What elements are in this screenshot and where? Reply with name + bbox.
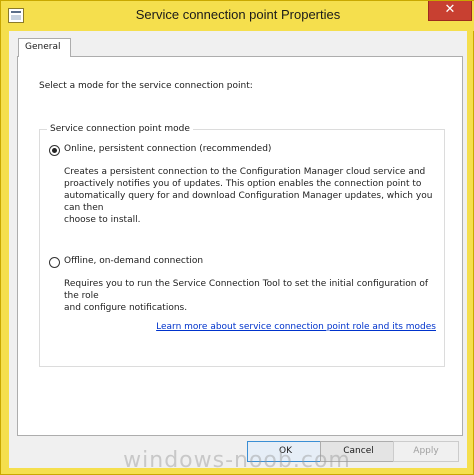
dialog-client-area: General Select a mode for the service co… <box>9 31 467 468</box>
properties-window: Service connection point Properties ✕ Ge… <box>0 0 474 475</box>
offline-description-line: and configure notifications. <box>64 303 188 313</box>
instruction-text: Select a mode for the service connection… <box>39 81 253 91</box>
offline-radio-label[interactable]: Offline, on-demand connection <box>64 256 203 266</box>
tab-general[interactable]: General <box>18 38 71 57</box>
general-tab-panel: Select a mode for the service connection… <box>17 56 463 436</box>
online-description-line: Creates a persistent connection to the C… <box>64 167 426 177</box>
title-bar[interactable]: Service connection point Properties ✕ <box>1 1 474 31</box>
online-description: Creates a persistent connection to the C… <box>64 166 444 226</box>
online-radio-label[interactable]: Online, persistent connection (recommend… <box>64 144 271 154</box>
ok-button[interactable]: OK <box>247 441 324 462</box>
online-description-line: proactively notifies you of updates. Thi… <box>64 179 422 189</box>
cancel-button[interactable]: Cancel <box>320 441 397 462</box>
online-description-line: automatically query for and download Con… <box>64 191 433 213</box>
online-radio[interactable] <box>49 145 60 156</box>
groupbox-title: Service connection point mode <box>47 124 193 134</box>
mode-groupbox: Service connection point mode Online, pe… <box>39 124 445 367</box>
online-description-line: choose to install. <box>64 215 141 225</box>
offline-radio[interactable] <box>49 257 60 268</box>
offline-description: Requires you to run the Service Connecti… <box>64 278 444 314</box>
apply-button[interactable]: Apply <box>393 441 459 462</box>
offline-description-line: Requires you to run the Service Connecti… <box>64 279 429 301</box>
close-button[interactable]: ✕ <box>428 1 472 21</box>
learn-more-link[interactable]: Learn more about service connection poin… <box>156 322 436 332</box>
window-title: Service connection point Properties <box>135 7 341 22</box>
